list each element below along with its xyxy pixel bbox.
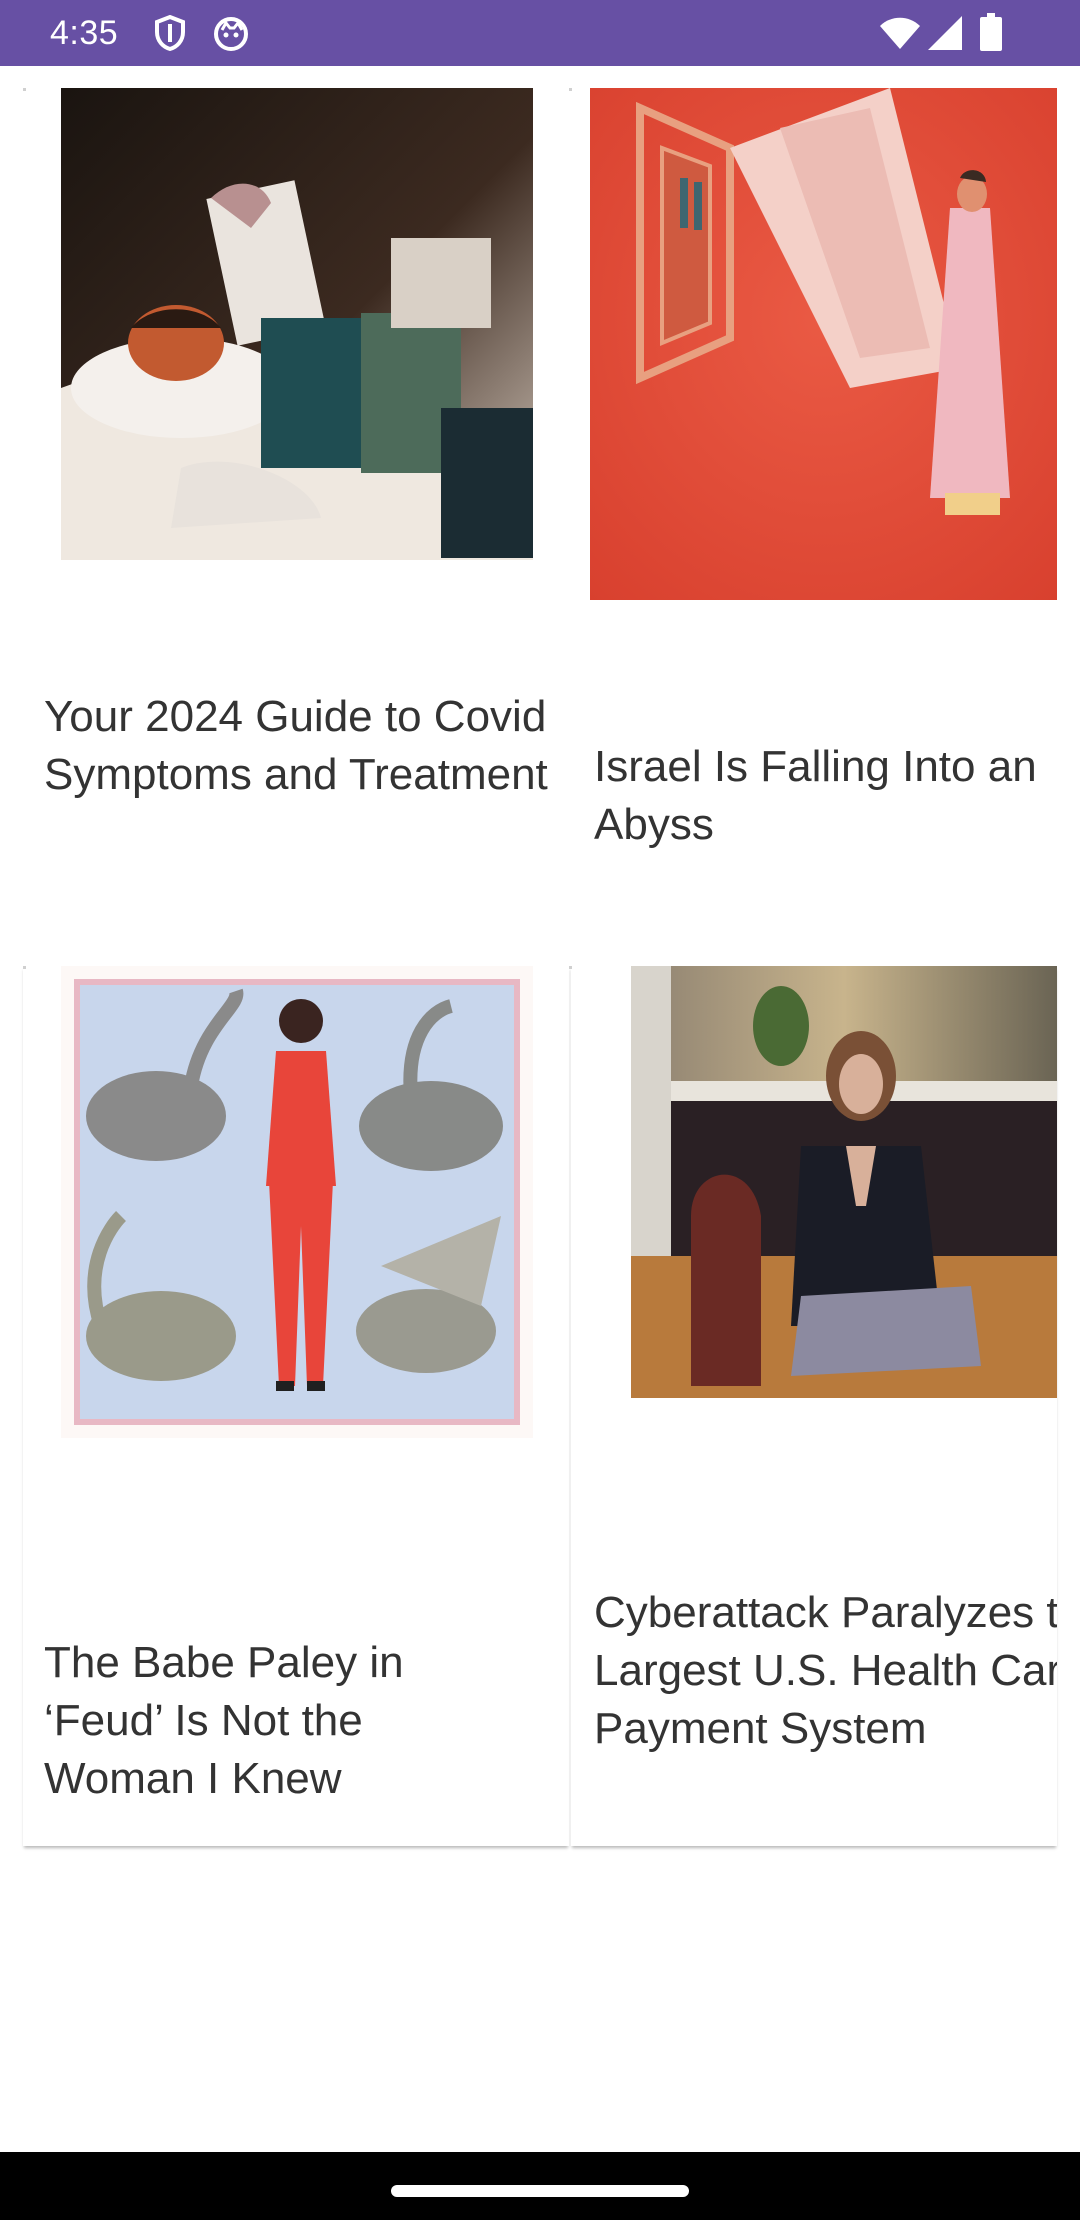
home-gesture-handle[interactable] [391, 2185, 689, 2197]
article-image [631, 966, 1057, 1398]
article-title: Israel Is Falling Into an Abyss [594, 742, 1037, 849]
article-title: Your 2024 Guide to Covid Symptoms and Tr… [44, 692, 548, 799]
article-card[interactable]: Cyberattack Paralyzes the Largest U.S. H… [571, 966, 1057, 1846]
status-time: 4:35 [50, 14, 119, 52]
article-card[interactable]: Israel Is Falling Into an Abyss [571, 88, 1057, 944]
article-image [590, 88, 1057, 600]
divider [23, 88, 26, 91]
navigation-bar [0, 2152, 1080, 2220]
article-title: Cyberattack Paralyzes the Largest U.S. H… [594, 1588, 1057, 1753]
divider [569, 966, 572, 969]
article-grid: Your 2024 Guide to Covid Symptoms and Tr… [0, 66, 1080, 2152]
divider [23, 966, 26, 969]
article-card[interactable]: The Babe Paley in ‘Feud’ Is Not the Woma… [23, 966, 569, 1846]
status-bar: 4:35 [0, 0, 1080, 66]
battery-icon [980, 13, 1002, 56]
face-icon [213, 16, 249, 57]
article-title: The Babe Paley in ‘Feud’ Is Not the Woma… [44, 1638, 404, 1803]
article-image [61, 88, 533, 560]
signal-icon [928, 16, 962, 55]
shield-icon [153, 14, 187, 56]
wifi-icon [879, 16, 921, 55]
divider [569, 88, 572, 91]
article-image [61, 966, 533, 1438]
article-card[interactable]: Your 2024 Guide to Covid Symptoms and Tr… [23, 88, 569, 944]
